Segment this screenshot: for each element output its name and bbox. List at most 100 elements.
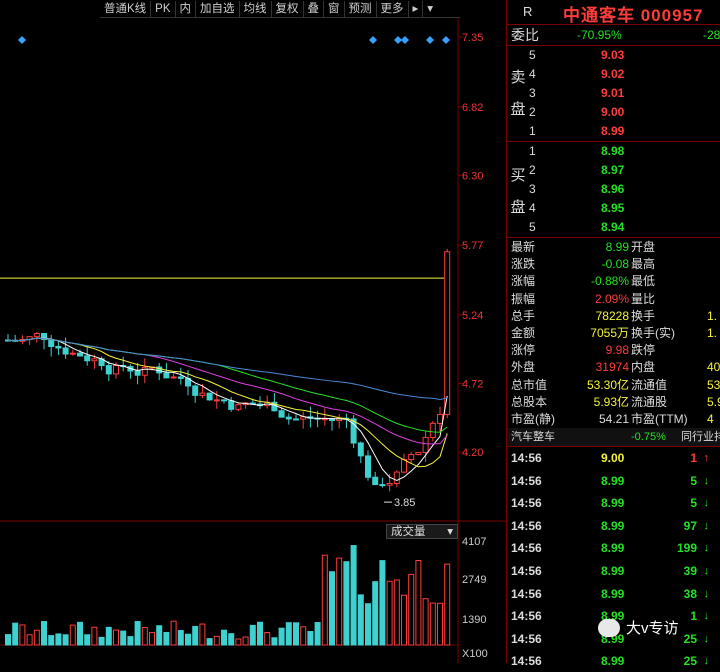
volume-bar bbox=[307, 631, 314, 646]
volume-bar bbox=[26, 634, 33, 646]
volume-bar bbox=[242, 636, 249, 646]
event-marker-icon bbox=[394, 36, 402, 44]
volume-bar bbox=[48, 635, 55, 646]
candle-body bbox=[84, 355, 91, 362]
volume-bar bbox=[300, 626, 307, 646]
volume-bar bbox=[84, 634, 91, 646]
volume-bar bbox=[422, 598, 429, 646]
volume-bar bbox=[149, 632, 155, 646]
moving-average-line bbox=[7, 337, 448, 433]
bid-row: 1 8.98 bbox=[529, 144, 625, 158]
event-marker-icon bbox=[369, 36, 377, 44]
sector-row: 汽车整车 -0.75% 同行业排 bbox=[507, 428, 720, 446]
moving-average-line bbox=[7, 337, 448, 468]
candle-body bbox=[48, 338, 55, 347]
weibi-row: 委比 -70.95% -28 bbox=[511, 27, 720, 43]
stat-row: 总股本 5.93亿 流通股 5.9 bbox=[511, 394, 720, 409]
candle-body bbox=[170, 376, 177, 379]
volume-bar bbox=[437, 602, 443, 646]
event-marker-icon bbox=[426, 36, 434, 44]
volume-bar bbox=[271, 637, 278, 646]
stock-title: 中通客车 000957 bbox=[563, 6, 704, 25]
candle-body bbox=[235, 404, 242, 410]
stat-row: 金额 7055万 换手(实) 1. bbox=[511, 326, 718, 340]
bid-row: 4 8.95 bbox=[529, 201, 625, 215]
volume-bar bbox=[372, 581, 379, 646]
candle-body bbox=[55, 345, 62, 349]
stat-row: 涨幅 -0.88% 最低 bbox=[511, 274, 656, 289]
bid-row: 5 8.94 bbox=[529, 220, 625, 234]
volume-tick-label: 4107 bbox=[462, 536, 486, 548]
candle-body bbox=[221, 399, 227, 402]
volume-bar bbox=[264, 632, 271, 646]
sell-label: 盘 bbox=[510, 101, 526, 118]
bid-row: 2 8.97 bbox=[529, 163, 625, 177]
volume-bar bbox=[206, 638, 213, 646]
stat-row: 振幅 2.09% 量比 bbox=[511, 291, 656, 306]
stat-row: 涨跌 -0.08 最高 bbox=[511, 257, 656, 272]
divider bbox=[507, 237, 720, 238]
volume-bar bbox=[343, 561, 350, 646]
volume-bar bbox=[120, 630, 127, 646]
volume-bar bbox=[235, 638, 242, 646]
volume-bar bbox=[386, 580, 393, 646]
bid-row: 3 8.96 bbox=[529, 182, 625, 196]
volume-bar bbox=[336, 557, 343, 646]
volume-bar bbox=[379, 560, 386, 646]
ask-row: 3 9.01 bbox=[529, 86, 625, 100]
candle-body bbox=[357, 442, 364, 457]
volume-bar bbox=[321, 554, 328, 646]
volume-bar bbox=[69, 624, 76, 646]
price-tick-label: 4.72 bbox=[462, 378, 483, 390]
volume-bar bbox=[221, 629, 227, 646]
tick-row: 14:56 8.99 5 ↓ bbox=[511, 473, 709, 488]
volume-bar bbox=[257, 621, 263, 646]
volume-bar bbox=[19, 624, 26, 646]
candle-body bbox=[408, 454, 415, 461]
volume-indicator-select[interactable]: 成交量 ▾ bbox=[386, 524, 458, 539]
kline-chart[interactable]: 7.35 6.82 6.30 5.77 5.24 4.72 4.20 4107 2749 1390… bbox=[0, 0, 506, 663]
tick-row: 14:56 8.99 25 ↓ bbox=[511, 654, 709, 669]
candle-body bbox=[365, 455, 371, 478]
stat-row: 涨停 9.98 跌停 bbox=[511, 343, 656, 358]
volume-bar bbox=[5, 634, 11, 646]
ask-row: 2 9.00 bbox=[529, 105, 625, 119]
candle-body bbox=[401, 459, 407, 473]
candle-body bbox=[77, 352, 83, 357]
candle-body bbox=[372, 476, 379, 486]
stat-row: 总手 78228 换手 1. bbox=[511, 308, 718, 323]
volume-bar bbox=[314, 622, 321, 646]
candle-body bbox=[62, 347, 69, 355]
watermark-text: 大v专访 bbox=[626, 620, 679, 637]
volume-bar bbox=[393, 579, 400, 646]
divider bbox=[507, 24, 720, 25]
volume-bar bbox=[98, 636, 105, 646]
candle-body bbox=[393, 471, 400, 484]
candle-body bbox=[113, 365, 119, 375]
chart-pane[interactable]: 普通K线 PK 内 加自选 均线 复权 叠 窗 预测 更多 ▸ ▾ 7.35 6.… bbox=[0, 0, 506, 663]
stat-row: 外盘 31974 内盘 40 bbox=[511, 360, 720, 375]
candle-body bbox=[206, 392, 213, 401]
candle-body bbox=[415, 451, 422, 456]
volume-bar bbox=[62, 634, 69, 646]
low-marker-label: 3.85 bbox=[394, 497, 415, 509]
volume-bar bbox=[163, 632, 170, 646]
volume-bar bbox=[177, 630, 184, 646]
volume-bar bbox=[127, 636, 134, 646]
tick-row: 14:56 8.99 97 ↓ bbox=[511, 518, 709, 533]
volume-bar bbox=[278, 627, 285, 646]
volume-bar bbox=[12, 622, 19, 646]
volume-tick-label: 1390 bbox=[462, 614, 486, 626]
r-label: R bbox=[523, 4, 533, 19]
price-tick-label: 5.77 bbox=[462, 240, 483, 252]
volume-bar bbox=[77, 621, 83, 646]
candle-body bbox=[141, 366, 148, 376]
tick-row: 14:56 8.99 38 ↓ bbox=[511, 586, 709, 601]
volume-bar bbox=[156, 625, 163, 646]
tick-row: 14:56 8.99 5 ↓ bbox=[511, 496, 709, 511]
candle-body bbox=[105, 365, 112, 375]
volume-bar bbox=[134, 621, 141, 646]
candle-body bbox=[91, 358, 98, 362]
candle-body bbox=[379, 484, 386, 487]
price-tick-label: 6.82 bbox=[462, 102, 483, 114]
